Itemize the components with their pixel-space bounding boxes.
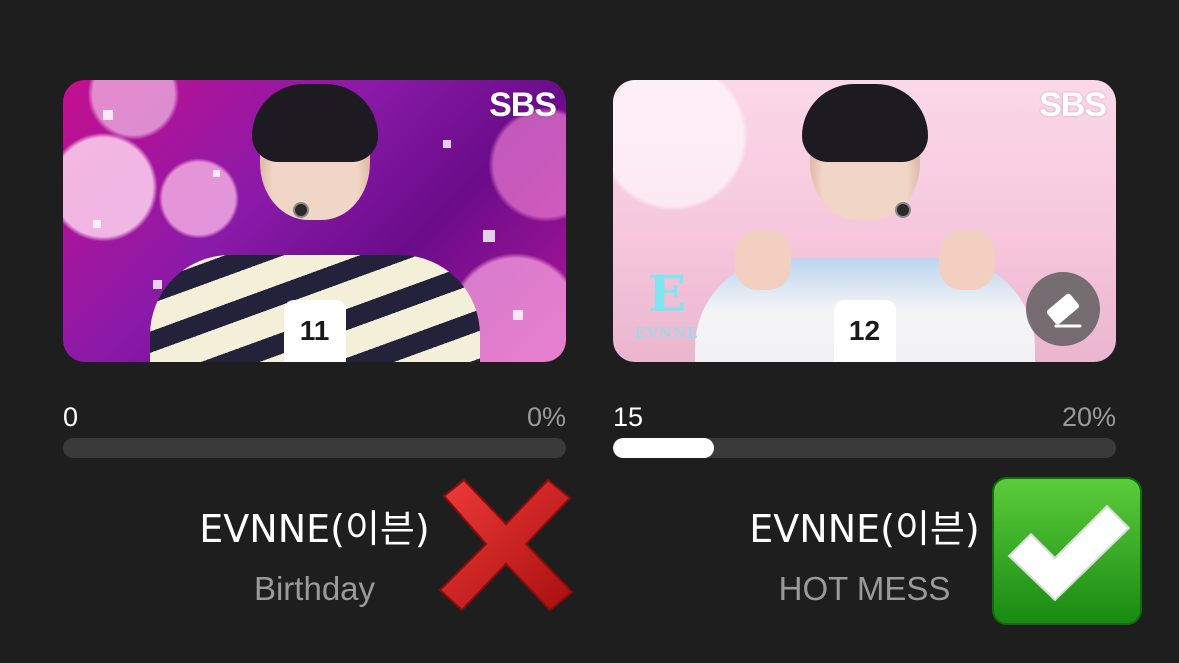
vote-percent: 20% bbox=[1061, 402, 1116, 432]
vote-count: 15 bbox=[613, 402, 644, 432]
vote-progress-bar-right bbox=[613, 438, 1116, 458]
eraser-icon[interactable] bbox=[1026, 272, 1100, 346]
option-card-right[interactable]: SBS E EVNNE 12 bbox=[613, 80, 1116, 362]
group-logo-text: EVNNE bbox=[635, 324, 699, 342]
vote-stats-right: 15 20% bbox=[613, 402, 1116, 433]
vote-progress-bar-left bbox=[63, 438, 566, 458]
option-number-badge: 12 bbox=[833, 300, 896, 362]
green-check-icon bbox=[991, 476, 1143, 626]
vote-progress-fill bbox=[613, 438, 714, 458]
vote-results-screen: SBS 11 SBS E EVNNE 12 0 0% 15 20% EVNNE(… bbox=[0, 0, 1179, 663]
red-cross-icon bbox=[430, 474, 582, 616]
vote-percent: 0% bbox=[526, 402, 566, 432]
group-logo: E EVNNE bbox=[627, 264, 707, 356]
broadcaster-logo: SBS bbox=[489, 86, 557, 124]
broadcaster-logo: SBS bbox=[1039, 86, 1107, 124]
option-number-badge: 11 bbox=[283, 300, 346, 362]
vote-stats-left: 0 0% bbox=[63, 402, 566, 433]
group-logo-mark-icon: E bbox=[647, 264, 687, 323]
option-card-left[interactable]: SBS 11 bbox=[63, 80, 566, 362]
vote-count: 0 bbox=[63, 402, 79, 432]
